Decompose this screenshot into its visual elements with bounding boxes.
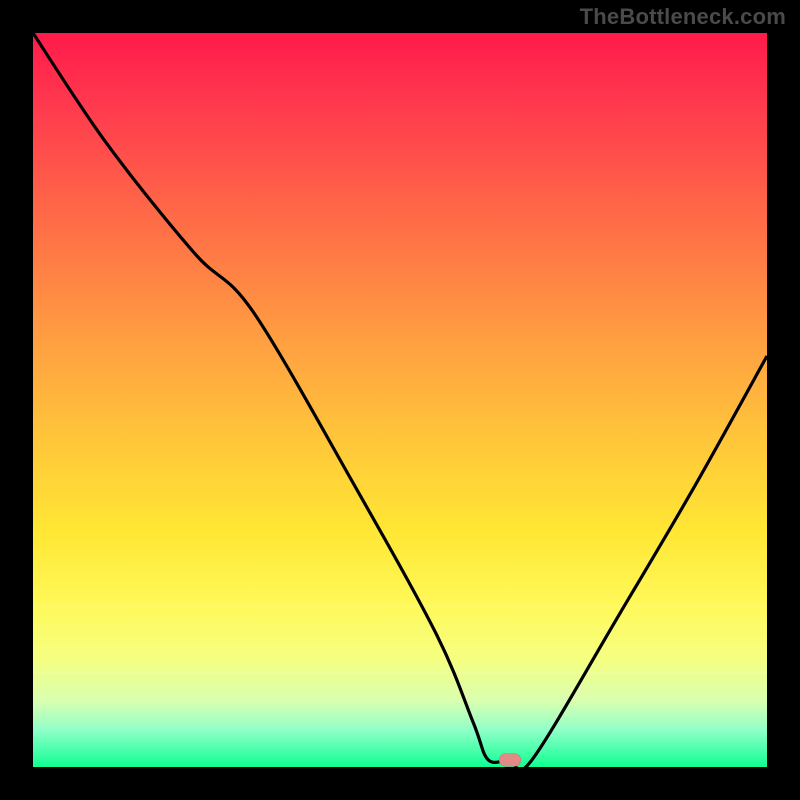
minimum-marker: [499, 753, 521, 766]
plot-area: [33, 33, 767, 767]
bottleneck-curve: [33, 33, 767, 767]
watermark-text: TheBottleneck.com: [580, 4, 786, 30]
curve-svg: [33, 33, 767, 767]
chart-frame: TheBottleneck.com: [0, 0, 800, 800]
